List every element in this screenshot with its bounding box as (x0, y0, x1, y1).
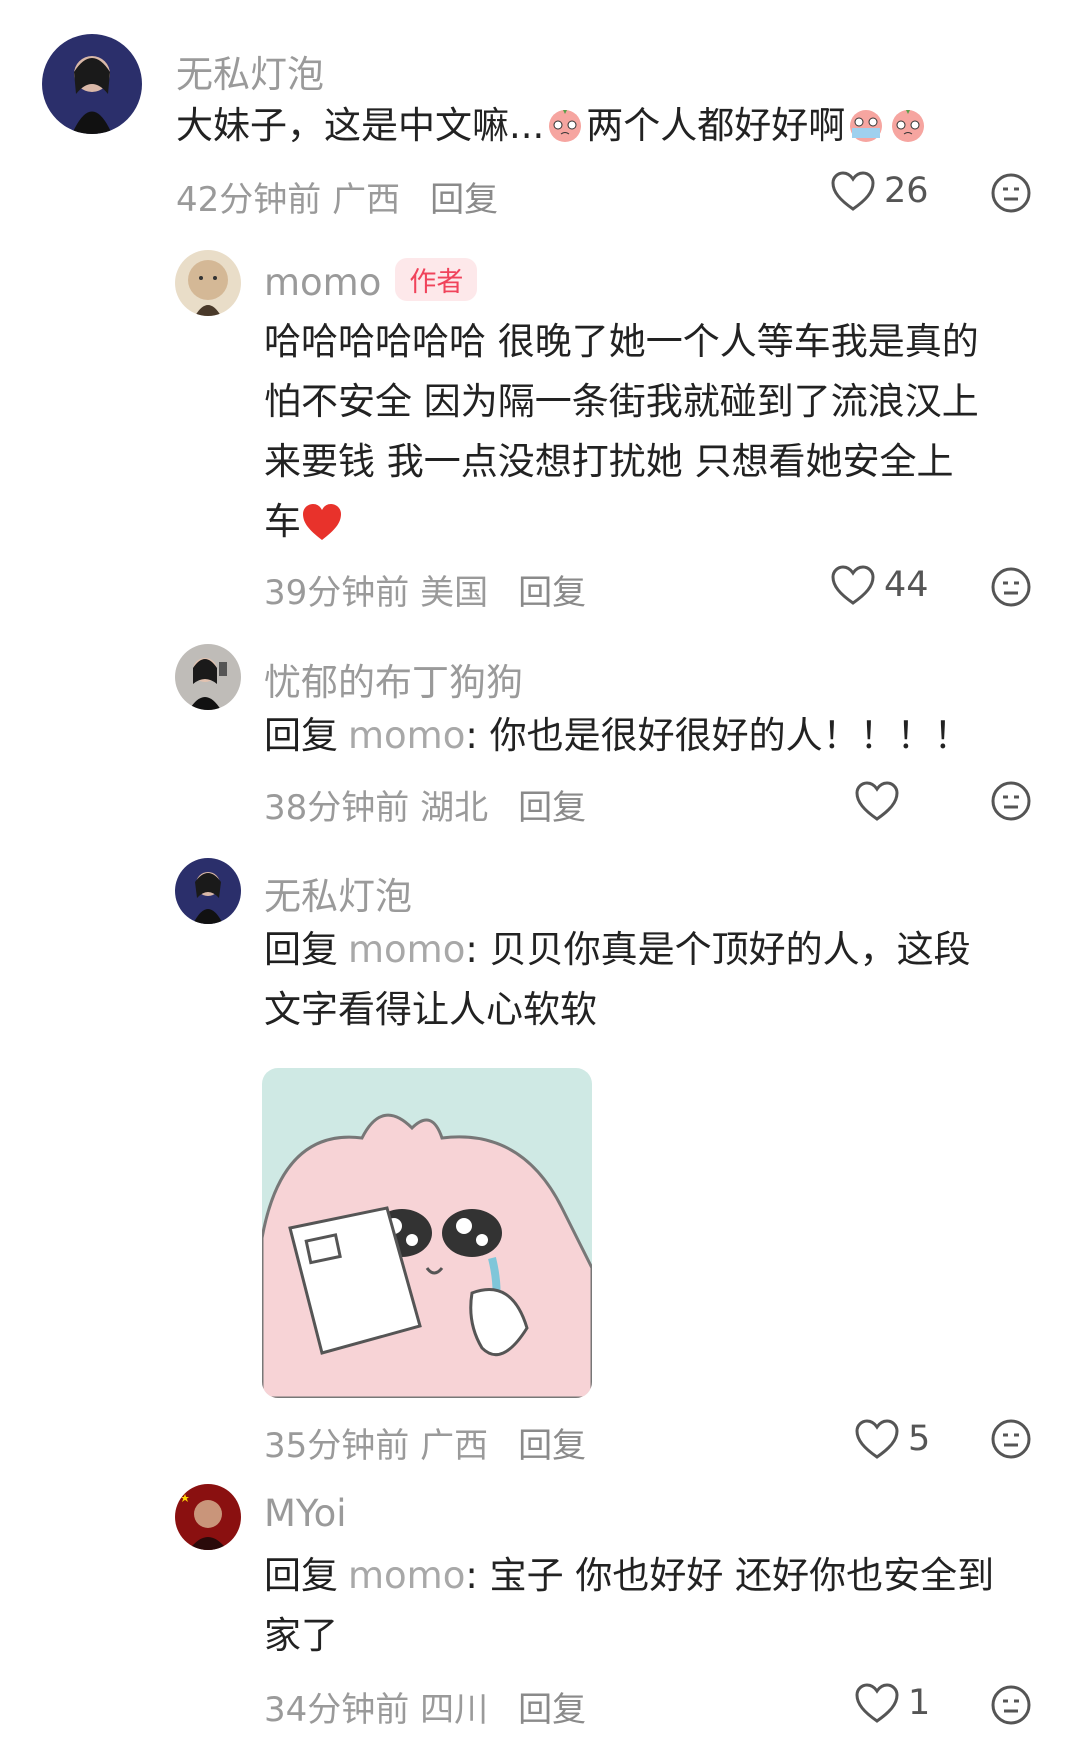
emoji-react-button[interactable] (990, 780, 1032, 822)
comment-meta: 42分钟前 广西 回复 (176, 172, 498, 221)
timestamp-location: 38分钟前 湖北 (264, 788, 489, 828)
timestamp-location: 34分钟前 四川 (264, 1690, 489, 1730)
like-button[interactable]: 5 (854, 1418, 930, 1460)
peach-crying-emoji (549, 110, 582, 142)
red-heart-emoji (303, 504, 341, 540)
like-button[interactable]: 1 (854, 1682, 930, 1724)
comment-meta: 35分钟前 广西 回复 (264, 1418, 586, 1467)
timestamp-location: 42分钟前 广西 (176, 180, 401, 220)
like-count: 44 (884, 565, 929, 605)
comment-line: 车 (264, 492, 979, 552)
crying-bunny-sticker (262, 1068, 592, 1398)
comment-text-part: : 贝贝你真是个顶好的人，这段 (465, 928, 971, 971)
like-button[interactable] (854, 780, 908, 822)
comment-line: 文字看得让人心软软 (264, 988, 597, 1031)
reply-to-name[interactable]: momo (348, 714, 465, 757)
commenter-name[interactable]: momo 作者 (264, 258, 478, 304)
peach-crying-emoji (850, 110, 883, 142)
reply-button[interactable]: 回复 (430, 180, 498, 220)
comment-text: 哈哈哈哈哈哈 很晚了她一个人等车我是真的 怕不安全 因为隔一条街我就碰到了流浪汉… (264, 312, 979, 552)
avatar[interactable] (175, 644, 241, 710)
author-badge: 作者 (395, 258, 478, 301)
like-button[interactable]: 26 (830, 170, 929, 212)
comment-meta: 38分钟前 湖北 回复 (264, 780, 586, 829)
emoji-face-icon (991, 567, 1031, 607)
heart-outline-icon (855, 1419, 899, 1459)
comment-meta: 34分钟前 四川 回复 (264, 1682, 586, 1731)
comment-text-part: : 你也是很好很好的人！！！！ (465, 714, 971, 757)
like-count: 1 (908, 1683, 931, 1723)
reply-button[interactable]: 回复 (518, 788, 586, 828)
heart-outline-icon (855, 1683, 899, 1723)
emoji-face-icon (991, 1419, 1031, 1459)
sticker-image[interactable] (262, 1068, 592, 1398)
reply-prefix: 回复 (264, 1554, 338, 1597)
comment-meta: 39分钟前 美国 回复 (264, 565, 586, 614)
timestamp-location: 35分钟前 广西 (264, 1426, 489, 1466)
emoji-face-icon (991, 173, 1031, 213)
emoji-face-icon (991, 781, 1031, 821)
avatar[interactable] (42, 34, 142, 134)
commenter-name[interactable]: MYoi (264, 1492, 347, 1535)
timestamp-location: 39分钟前 美国 (264, 573, 489, 613)
avatar[interactable] (175, 858, 241, 924)
emoji-react-button[interactable] (990, 566, 1032, 608)
reply-button[interactable]: 回复 (518, 1426, 586, 1466)
comment-line: 家了 (264, 1614, 338, 1657)
emoji-react-button[interactable] (990, 172, 1032, 214)
reply-to-name[interactable]: momo (348, 1554, 465, 1597)
heart-outline-icon (855, 781, 899, 821)
commenter-name-text: momo (264, 261, 382, 304)
like-button[interactable]: 44 (830, 564, 929, 606)
avatar[interactable] (175, 250, 241, 316)
reply-prefix: 回复 (264, 928, 338, 971)
comment-text: 大妹子，这是中文嘛... 两个人都好好啊 (176, 96, 929, 156)
reply-button[interactable]: 回复 (518, 1690, 586, 1730)
like-count: 26 (884, 171, 929, 211)
heart-outline-icon (831, 565, 875, 605)
like-count: 5 (908, 1419, 931, 1459)
comment-text-part: 两个人都好好啊 (586, 104, 846, 147)
commenter-name[interactable]: 无私灯泡 (264, 866, 412, 920)
reply-prefix: 回复 (264, 714, 338, 757)
heart-outline-icon (831, 171, 875, 211)
comment-text: 回复 momo: 你也是很好很好的人！！！！ (264, 706, 971, 766)
comment-text: 回复 momo: 宝子 你也好好 还好你也安全到 家了 (264, 1546, 994, 1666)
comment-line: 回复 momo: 贝贝你真是个顶好的人，这段 (264, 920, 971, 980)
comment-line-text: 车 (264, 500, 301, 543)
commenter-name[interactable]: 无私灯泡 (176, 44, 324, 98)
comment-line: 哈哈哈哈哈哈 很晚了她一个人等车我是真的 (264, 320, 979, 363)
comment-text-part: 大妹子，这是中文嘛... (176, 104, 545, 147)
emoji-react-button[interactable] (990, 1418, 1032, 1460)
reply-to-name[interactable]: momo (348, 928, 465, 971)
comment-text-part: : 宝子 你也好好 还好你也安全到 (465, 1554, 995, 1597)
reply-button[interactable]: 回复 (518, 573, 586, 613)
emoji-react-button[interactable] (990, 1684, 1032, 1726)
comment-text: 回复 momo: 贝贝你真是个顶好的人，这段 文字看得让人心软软 (264, 920, 971, 1040)
comment-line: 回复 momo: 宝子 你也好好 还好你也安全到 (264, 1546, 994, 1606)
commenter-name[interactable]: 忧郁的布丁狗狗 (264, 652, 523, 706)
emoji-face-icon (991, 1685, 1031, 1725)
comment-line: 怕不安全 因为隔一条街我就碰到了流浪汉上 (264, 380, 979, 423)
peach-crying-emoji (892, 110, 925, 142)
comment-line: 来要钱 我一点没想打扰她 只想看她安全上 (264, 440, 954, 483)
avatar[interactable] (175, 1484, 241, 1550)
